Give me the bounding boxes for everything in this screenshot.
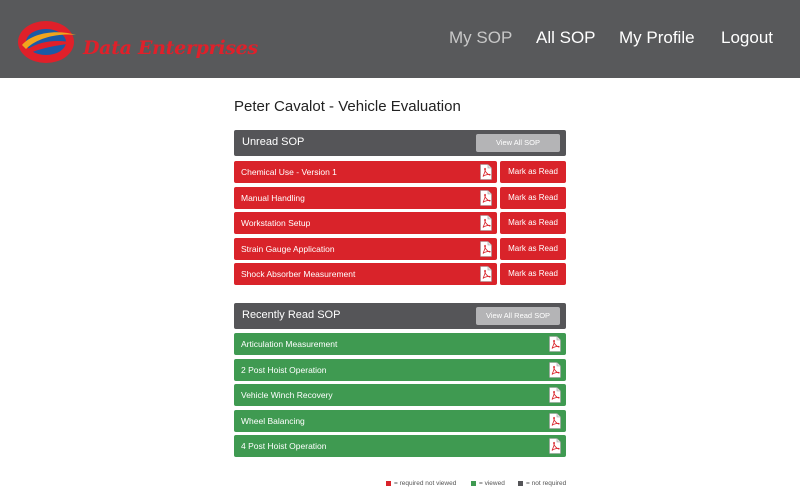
sop-item-label: Shock Absorber Measurement [241, 269, 356, 279]
nav-my-profile[interactable]: My Profile [619, 28, 695, 48]
sop-item-label: 2 Post Hoist Operation [241, 364, 327, 375]
nav-logout[interactable]: Logout [721, 28, 773, 48]
sop-item-label: Workstation Setup [241, 218, 311, 228]
sop-item-label: Articulation Measurement [241, 339, 338, 349]
recent-sop-heading: Recently Read SOP [242, 309, 341, 321]
red-square-icon [386, 480, 391, 486]
mark-as-read-button[interactable]: Mark as Read [500, 237, 566, 260]
unread-sop-heading: Unread SOP [242, 136, 305, 148]
unread-sop-item[interactable]: Shock Absorber Measurement [234, 263, 497, 285]
recent-sop-item[interactable]: 2 Post Hoist Operation [234, 358, 566, 381]
green-square-icon [471, 480, 476, 486]
sop-item-label: Manual Handling [241, 192, 305, 203]
brand-name: Data Enterprises [83, 37, 258, 59]
recent-sop-header: Recently Read SOP View All Read SOP [234, 303, 566, 329]
mark-as-read-button[interactable]: Mark as Read [500, 161, 566, 183]
sop-item-label: Chemical Use - Version 1 [241, 167, 337, 177]
legend-viewed: = viewed [471, 480, 505, 487]
pdf-icon[interactable] [549, 438, 561, 454]
unread-sop-item[interactable]: Manual Handling [234, 186, 497, 209]
recent-sop-item[interactable]: 4 Post Hoist Operation [234, 435, 566, 457]
unread-sop-item[interactable]: Workstation Setup [234, 212, 497, 234]
pdf-icon[interactable] [549, 361, 561, 378]
unread-sop-item[interactable]: Strain Gauge Application [234, 237, 497, 260]
pdf-icon[interactable] [480, 266, 492, 282]
sop-item-label: Strain Gauge Application [241, 243, 335, 254]
nav-my-sop[interactable]: My SOP [449, 28, 512, 48]
pdf-icon[interactable] [549, 412, 561, 429]
mark-as-read-button[interactable]: Mark as Read [500, 263, 566, 285]
recent-sop-item[interactable]: Articulation Measurement [234, 333, 566, 355]
legend-required-not-viewed: = required not viewed [386, 480, 456, 487]
pdf-icon[interactable] [549, 336, 561, 352]
mark-as-read-button[interactable]: Mark as Read [500, 186, 566, 209]
pdf-icon[interactable] [549, 387, 561, 403]
pdf-icon[interactable] [480, 164, 492, 180]
view-all-read-sop-button[interactable]: View All Read SOP [476, 307, 560, 325]
brand-logo[interactable]: Data Enterprises [16, 15, 266, 65]
nav-all-sop[interactable]: All SOP [536, 28, 596, 48]
pdf-icon[interactable] [480, 240, 492, 257]
recent-sop-item[interactable]: Vehicle Winch Recovery [234, 384, 566, 406]
unread-sop-header: Unread SOP View All SOP [234, 130, 566, 156]
grey-square-icon [518, 480, 523, 486]
mark-as-read-button[interactable]: Mark as Read [500, 212, 566, 234]
pdf-icon[interactable] [480, 215, 492, 231]
sop-item-label: Wheel Balancing [241, 415, 305, 426]
top-header: Data Enterprises My SOP All SOP My Profi… [0, 0, 800, 78]
sop-item-label: Vehicle Winch Recovery [241, 390, 333, 400]
legend-not-required: = not required [518, 480, 566, 487]
recent-sop-item[interactable]: Wheel Balancing [234, 409, 566, 432]
swoosh-logo-icon [18, 21, 76, 63]
page-title: Peter Cavalot - Vehicle Evaluation [234, 98, 461, 115]
sop-item-label: 4 Post Hoist Operation [241, 441, 327, 451]
pdf-icon[interactable] [480, 189, 492, 206]
view-all-sop-button[interactable]: View All SOP [476, 134, 560, 152]
unread-sop-item[interactable]: Chemical Use - Version 1 [234, 161, 497, 183]
